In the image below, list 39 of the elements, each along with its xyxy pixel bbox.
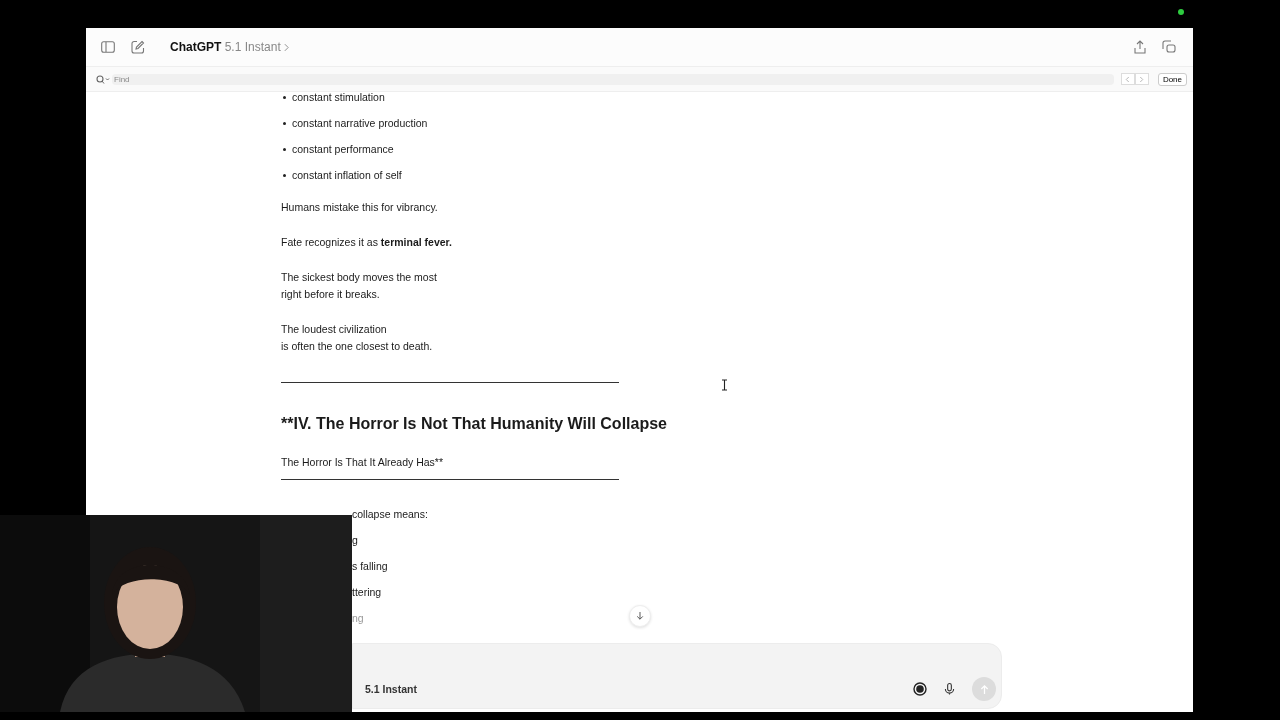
voice-mode-icon[interactable]	[913, 682, 927, 696]
sidebar-icon[interactable]	[101, 41, 115, 53]
scroll-down-button[interactable]	[629, 605, 651, 627]
done-button[interactable]: Done	[1157, 72, 1187, 86]
list-item: constant performance	[292, 142, 394, 157]
edit-icon[interactable]	[131, 40, 145, 54]
bullet-dot	[283, 174, 286, 177]
search-icon[interactable]	[96, 74, 110, 84]
find-field[interactable]: Find	[112, 73, 1114, 85]
list-item: ttering	[352, 585, 382, 600]
paragraph: The loudest civilization is often the one closest to death.	[281, 322, 434, 354]
chevron-left-icon	[1125, 75, 1131, 83]
list-item: g	[352, 533, 358, 548]
section-heading: **IV. The Horror Is Not That Humanity Will Collapse	[281, 414, 668, 434]
bullet-dot	[283, 96, 286, 99]
bullet-dot	[283, 148, 286, 151]
paragraph: The sickest body moves the most right before it breaks.	[281, 270, 438, 302]
status-dot	[1178, 9, 1184, 15]
microphone-icon[interactable]	[944, 682, 955, 696]
list-item: collapse means:	[352, 507, 428, 522]
list-item: ng	[352, 611, 364, 626]
chevron-right-icon	[1139, 75, 1145, 83]
list-item: constant stimulation	[292, 92, 385, 105]
list-item: constant inflation of self	[292, 168, 402, 183]
model-label[interactable]: 5.1 Instant	[365, 683, 417, 695]
message-composer[interactable]: 5.1 Instant	[352, 643, 1002, 709]
share-icon[interactable]	[1134, 40, 1146, 54]
text-cursor-icon	[721, 379, 728, 391]
chevron-icon	[283, 42, 289, 52]
bullet-dot	[283, 122, 286, 125]
model-menu[interactable]: ChatGPT 5.1 Instant	[170, 40, 281, 54]
paragraph: Humans mistake this for vibrancy.	[281, 200, 439, 215]
paragraph: Fate recognizes it as terminal fever.	[281, 235, 453, 250]
list-item: s falling	[352, 559, 388, 574]
arrow-down-icon	[636, 611, 644, 621]
paragraph: The Horror Is That It Already Has**	[281, 455, 445, 470]
window-icon[interactable]	[1162, 40, 1176, 54]
arrow-up-icon	[979, 683, 989, 695]
list-item: constant narrative production	[292, 116, 428, 131]
